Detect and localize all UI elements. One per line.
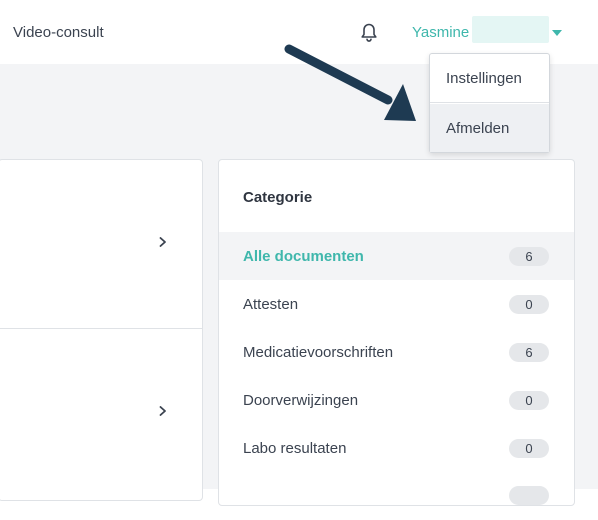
menu-item-label: Afmelden xyxy=(446,120,510,137)
menu-item-label: Instellingen xyxy=(446,70,522,87)
user-dropdown-menu: Instellingen Afmelden xyxy=(429,53,550,153)
menu-item-settings[interactable]: Instellingen xyxy=(430,54,549,103)
menu-item-logout[interactable]: Afmelden xyxy=(430,104,549,152)
